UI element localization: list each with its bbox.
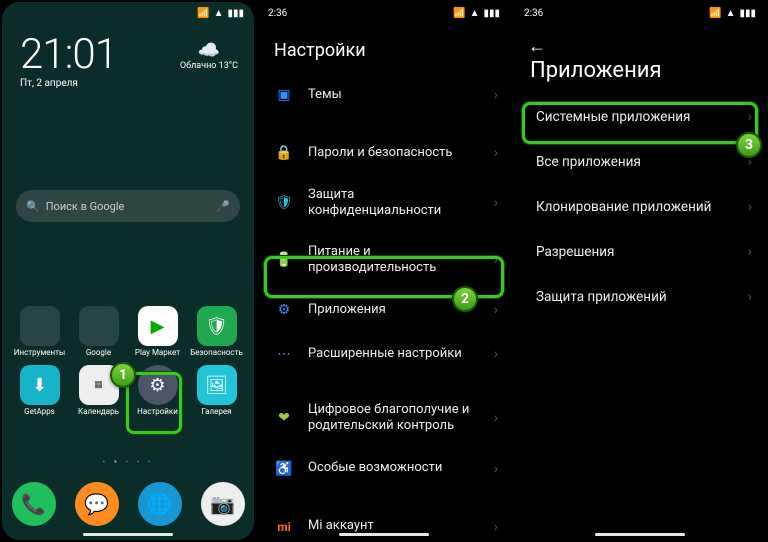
dock-messages[interactable]: 💬 (65, 482, 128, 526)
battery-icon: ▮▮▮ (739, 8, 756, 19)
signal-icon: 📶 (453, 8, 465, 19)
app-tools-folder[interactable]: Инструменты (10, 306, 69, 357)
settings-row[interactable]: ⋯ Расширенные настройки › (258, 332, 510, 376)
chevron-right-icon: › (494, 461, 498, 477)
row-label: Разрешения (536, 244, 734, 261)
weather-widget[interactable]: ☁️ Облачно 13°C (180, 40, 238, 71)
settings-row[interactable]: Все приложения› (514, 140, 766, 185)
row-label: Цифровое благополучие и родительский кон… (308, 402, 480, 435)
status-bar: 📶 ▲ ▮▮▮ (2, 2, 254, 24)
battery-icon: ▮▮▮ (227, 8, 244, 19)
dock: 📞 💬 🌐 📷 (2, 482, 254, 526)
weather-temp: 13°C (219, 61, 238, 71)
google-search-bar[interactable]: 🔍 Поиск в Google 🎤 (16, 190, 240, 222)
battery-icon: ▮▮▮ (483, 8, 500, 19)
dots-icon: ⋯ (274, 344, 294, 364)
app-security[interactable]: 🛡 Безопасность (187, 306, 246, 357)
clock-date: Пт, 2 апреля (20, 78, 117, 89)
row-label: Темы (308, 87, 480, 103)
chevron-right-icon: › (494, 410, 498, 426)
mi-icon: mi (274, 517, 294, 537)
home-indicator[interactable] (595, 533, 685, 536)
highlight-system-apps-row (522, 102, 758, 144)
settings-row[interactable]: Защита приложений › (514, 275, 766, 320)
access-icon: ♿ (274, 459, 294, 479)
dock-browser[interactable]: 🌐 (128, 482, 191, 526)
home-indicator[interactable] (339, 533, 429, 536)
weather-label: Облачно (180, 61, 217, 71)
chevron-right-icon: › (494, 145, 498, 161)
chevron-right-icon: › (494, 87, 498, 103)
clock-widget[interactable]: 21:01 Пт, 2 апреля (20, 34, 117, 89)
status-time: 2:36 (524, 8, 543, 19)
wifi-icon: ▲ (214, 8, 224, 19)
app-label: Галерея (202, 407, 232, 416)
dock-phone[interactable]: 📞 (2, 482, 65, 526)
shield-icon: 🛡 (274, 193, 294, 213)
chevron-right-icon: › (494, 302, 498, 318)
settings-row[interactable]: ▣ Темы › (258, 73, 510, 117)
app-label: Play Маркет (135, 348, 180, 357)
app-getapps[interactable]: ⬇ GetApps (10, 365, 69, 416)
chevron-right-icon: › (494, 519, 498, 535)
weather-icon: ☁️ (180, 40, 238, 61)
phone-apps: 2:36 📶 ▲ ▮▮▮ ← Приложения Системные прил… (514, 2, 766, 540)
phone-settings: 2:36 📶 ▲ ▮▮▮ Настройки ▣Темы›🔒Пароли и б… (258, 2, 510, 540)
square-icon: ▣ (274, 85, 294, 105)
back-button[interactable]: ← (528, 36, 546, 57)
dock-camera[interactable]: 📷 (191, 482, 254, 526)
settings-row[interactable]: Разрешения › (514, 230, 766, 275)
app-google-folder[interactable]: Google (69, 306, 128, 357)
row-label: Защита конфиденциальности (308, 187, 480, 220)
clock-time: 21:01 (20, 34, 117, 76)
settings-row[interactable]: 🔒 Пароли и безопасность › (258, 131, 510, 175)
step-badge-2: 2 (452, 286, 478, 312)
phone-home: 📶 ▲ ▮▮▮ 21:01 Пт, 2 апреля ☁️ Облачно 13… (2, 2, 254, 540)
settings-row[interactable]: 🛡 Защита конфиденциальности › (258, 175, 510, 232)
settings-row[interactable]: Клонирование приложений › (514, 185, 766, 230)
row-label: Все приложения (536, 154, 734, 171)
step-badge-1: 1 (110, 362, 136, 388)
settings-row[interactable]: ♿ Особые возможности › (258, 447, 510, 491)
chevron-right-icon: › (748, 244, 752, 260)
search-icon: 🔍 (26, 200, 40, 213)
row-label: Расширенные настройки (308, 346, 480, 362)
mic-icon[interactable]: 🎤 (216, 200, 230, 213)
app-play-market[interactable]: ▶ Play Маркет (128, 306, 187, 357)
signal-icon: 📶 (197, 8, 209, 19)
lock-icon: 🔒 (274, 143, 294, 163)
app-label: Google (86, 348, 111, 357)
status-bar: 2:36 📶 ▲ ▮▮▮ (514, 2, 766, 24)
signal-icon: 📶 (709, 8, 721, 19)
page-indicator: · • · · · (2, 457, 254, 468)
home-indicator[interactable] (83, 533, 173, 536)
step-badge-3: 3 (736, 132, 762, 158)
wifi-icon: ▲ (470, 8, 480, 19)
app-label: Календарь (78, 407, 119, 416)
chevron-right-icon: › (494, 346, 498, 362)
chevron-right-icon: › (748, 199, 752, 215)
app-label: Безопасность (190, 348, 243, 357)
app-label: GetApps (24, 407, 55, 416)
row-label: Защита приложений (536, 289, 734, 306)
row-label: Пароли и безопасность (308, 145, 480, 161)
status-bar: 2:36 📶 ▲ ▮▮▮ (258, 2, 510, 24)
row-label: Особые возможности (308, 460, 480, 476)
settings-row[interactable]: ❤ Цифровое благополучие и родительский ко… (258, 390, 510, 447)
highlight-settings-app (126, 372, 182, 434)
chevron-right-icon: › (494, 195, 498, 211)
wifi-icon: ▲ (726, 8, 736, 19)
status-time: 2:36 (268, 8, 287, 19)
heart-icon: ❤ (274, 408, 294, 428)
chevron-right-icon: › (748, 289, 752, 305)
gear-icon: ⚙ (274, 300, 294, 320)
row-label: Клонирование приложений (536, 199, 734, 216)
app-label: Инструменты (14, 348, 65, 357)
app-gallery[interactable]: 🖼 Галерея (187, 365, 246, 416)
search-placeholder: Поиск в Google (46, 200, 125, 213)
